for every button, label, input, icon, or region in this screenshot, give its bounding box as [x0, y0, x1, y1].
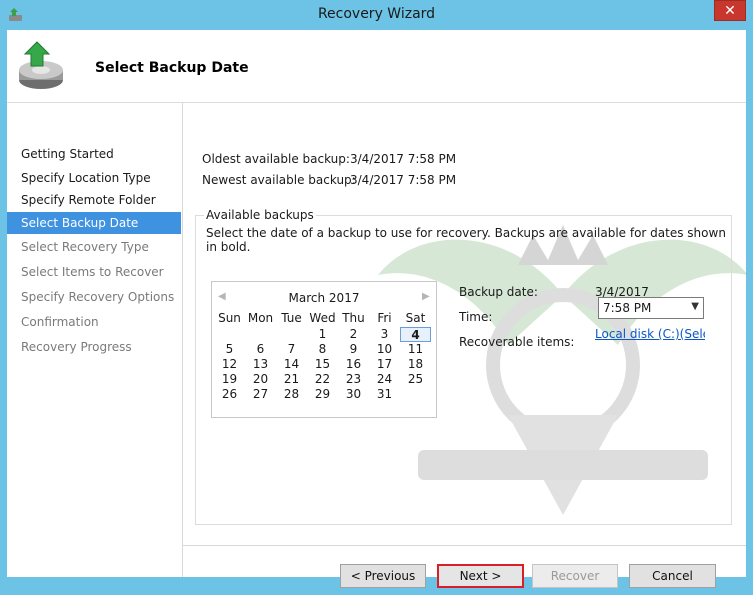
newest-backup-label: Newest available backup: — [202, 173, 356, 187]
chevron-down-icon: ▼ — [691, 301, 699, 312]
calendar-day[interactable]: 30 — [338, 387, 369, 402]
nav-step-getting-started[interactable]: Getting Started — [7, 143, 181, 165]
calendar-day[interactable]: 11 — [400, 342, 431, 357]
time-label: Time: — [459, 310, 493, 324]
available-backups-group: Available backups Select the date of a b… — [195, 208, 732, 525]
calendar-day[interactable]: 9 — [338, 342, 369, 357]
next-button[interactable]: Next > — [437, 564, 524, 588]
calendar-day[interactable]: 12 — [214, 357, 245, 372]
previous-button[interactable]: < Previous — [340, 564, 426, 588]
time-select[interactable]: 7:58 PM ▼ — [598, 297, 704, 319]
calendar-weekday-header: Wed — [309, 311, 336, 325]
calendar-day[interactable]: 4 — [400, 327, 431, 342]
nav-step-recovery-options: Specify Recovery Options — [21, 290, 175, 304]
recovery-wizard-window: Recovery Wizard ✕ Select Backup Date Get… — [0, 0, 753, 588]
available-backups-description: Select the date of a backup to use for r… — [206, 226, 726, 254]
calendar-day[interactable]: 7 — [276, 342, 307, 357]
calendar-day[interactable]: 5 — [214, 342, 245, 357]
cancel-button[interactable]: Cancel — [629, 564, 716, 588]
nav-step-recovery-progress: Recovery Progress — [21, 340, 132, 354]
time-select-value: 7:58 PM — [603, 301, 652, 315]
calendar-day[interactable]: 20 — [245, 372, 276, 387]
calendar-day[interactable]: 22 — [307, 372, 338, 387]
title-bar[interactable]: Recovery Wizard ✕ — [0, 0, 753, 30]
backup-recovery-icon — [19, 41, 63, 89]
calendar-day[interactable]: 6 — [245, 342, 276, 357]
calendar-weekday-header: Mon — [247, 311, 274, 325]
calendar-day[interactable]: 24 — [369, 372, 400, 387]
calendar-weekday-header: Sat — [405, 311, 426, 325]
nav-step-recovery-type: Select Recovery Type — [21, 240, 149, 254]
recoverable-items-link[interactable]: Local disk (C:)(Sele... — [595, 327, 705, 341]
wizard-steps-nav: Getting Started Specify Location Type Sp… — [7, 103, 181, 577]
calendar-day[interactable]: 16 — [338, 357, 369, 372]
recover-button: Recover — [532, 564, 618, 588]
calendar-day[interactable]: 10 — [369, 342, 400, 357]
calendar-day[interactable]: 8 — [307, 342, 338, 357]
calendar-day[interactable]: 2 — [338, 327, 369, 342]
oldest-backup-label: Oldest available backup: — [202, 152, 350, 166]
calendar-weekday-header: Thu — [342, 311, 365, 325]
wizard-client-area: Select Backup Date Getting Started Speci… — [7, 30, 748, 588]
calendar-day[interactable]: 31 — [369, 387, 400, 402]
wizard-header: Select Backup Date — [7, 30, 746, 103]
calendar-weekday-header: Tue — [281, 311, 302, 325]
close-button[interactable]: ✕ — [714, 0, 746, 21]
button-separator — [183, 545, 746, 546]
calendar-day[interactable]: 3 — [369, 327, 400, 342]
nav-step-location-type[interactable]: Specify Location Type — [7, 167, 181, 189]
calendar-day[interactable]: 14 — [276, 357, 307, 372]
calendar-day[interactable]: 29 — [307, 387, 338, 402]
calendar-weekday-header: Fri — [377, 311, 392, 325]
calendar-day[interactable]: 17 — [369, 357, 400, 372]
newest-backup-value: 3/4/2017 7:58 PM — [350, 173, 457, 187]
calendar-day[interactable]: 1 — [307, 327, 338, 342]
nav-step-remote-folder[interactable]: Specify Remote Folder — [7, 189, 181, 211]
calendar-day[interactable]: 25 — [400, 372, 431, 387]
calendar-day[interactable]: 18 — [400, 357, 431, 372]
calendar-next-month-icon[interactable]: ▶ — [422, 291, 430, 302]
nav-step-backup-date[interactable]: Select Backup Date — [7, 212, 181, 234]
page-title: Select Backup Date — [95, 60, 249, 76]
calendar-day[interactable]: 26 — [214, 387, 245, 402]
calendar-day[interactable]: 15 — [307, 357, 338, 372]
calendar-weekday-header: Sun — [218, 311, 241, 325]
backup-date-label: Backup date: — [459, 285, 538, 299]
oldest-backup-value: 3/4/2017 7:58 PM — [350, 152, 457, 166]
calendar-day[interactable]: 19 — [214, 372, 245, 387]
calendar-month-title[interactable]: March 2017 — [212, 291, 436, 305]
calendar-day[interactable]: 21 — [276, 372, 307, 387]
backup-calendar[interactable]: ◀ March 2017 ▶ Sun Mon Tue Wed Thu Fri Sat 1 2 3 4… — [211, 281, 437, 418]
window-title: Recovery Wizard — [317, 6, 436, 22]
calendar-day[interactable]: 28 — [276, 387, 307, 402]
calendar-day[interactable]: 27 — [245, 387, 276, 402]
nav-step-items-to-recover: Select Items to Recover — [21, 265, 164, 279]
nav-step-confirmation: Confirmation — [21, 315, 99, 329]
wizard-content: Oldest available backup: 3/4/2017 7:58 P… — [183, 103, 748, 588]
calendar-day[interactable]: 13 — [245, 357, 276, 372]
recoverable-items-label: Recoverable items: — [459, 335, 575, 349]
available-backups-title: Available backups — [204, 208, 316, 222]
calendar-day[interactable]: 23 — [338, 372, 369, 387]
